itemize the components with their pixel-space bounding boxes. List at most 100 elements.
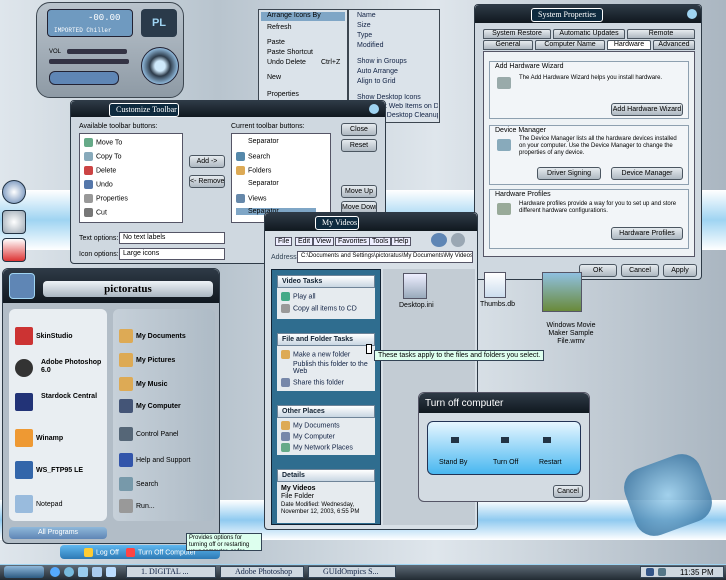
details-header[interactable]: Details — [277, 469, 375, 482]
player-seek-slider[interactable] — [49, 59, 129, 64]
menu-view[interactable]: View — [313, 237, 335, 246]
quicklaunch-media-icon[interactable] — [64, 567, 74, 577]
submenu-show-in-groups[interactable]: Show in Groups — [357, 58, 407, 65]
icon-options-select[interactable]: Large icons — [119, 248, 225, 260]
tab-hardware[interactable]: Hardware — [607, 40, 651, 50]
device-manager-button[interactable]: Device Manager — [611, 167, 683, 180]
available-move-to[interactable]: Move To — [84, 138, 122, 147]
cancel-button[interactable]: Cancel — [621, 264, 659, 277]
menu-new[interactable]: New — [267, 74, 281, 81]
my-network-places-link[interactable]: My Network Places — [281, 443, 353, 452]
available-cut[interactable]: Cut — [84, 208, 107, 217]
hardware-profiles-button[interactable]: Hardware Profiles — [611, 227, 683, 240]
desktop-checklist-icon[interactable] — [2, 238, 26, 262]
player-controls[interactable] — [49, 71, 119, 85]
customize-toolbar-close-icon[interactable] — [369, 104, 379, 114]
standby-label[interactable]: Stand By — [439, 459, 467, 466]
my-documents-link[interactable]: My Documents — [281, 421, 340, 430]
menu-favorites[interactable]: Favorites — [335, 237, 370, 246]
place-run[interactable]: Run... — [119, 499, 155, 513]
available-undo[interactable]: Undo — [84, 180, 113, 189]
submenu-align-to-grid[interactable]: Align to Grid — [357, 78, 396, 85]
quicklaunch-folder-icon[interactable] — [106, 567, 116, 577]
current-separator-2[interactable]: Separator — [236, 180, 279, 187]
restart-icon[interactable] — [543, 437, 551, 443]
make-new-folder-link[interactable]: Make a new folder — [281, 350, 350, 359]
program-notepad[interactable]: Notepad — [15, 495, 62, 513]
current-buttons-list[interactable]: Separator Search Folders Separator Views… — [231, 133, 331, 223]
close-button[interactable]: Close — [341, 123, 377, 136]
apply-button[interactable]: Apply — [663, 264, 697, 277]
menu-paste-shortcut[interactable]: Paste Shortcut — [267, 49, 313, 56]
place-my-documents[interactable]: My Documents — [119, 329, 186, 343]
move-up-button[interactable]: Move Up — [341, 185, 377, 198]
program-photoshop[interactable]: Adobe Photoshop 6.0 — [15, 359, 105, 377]
menu-properties[interactable]: Properties — [267, 91, 299, 98]
driver-signing-button[interactable]: Driver Signing — [537, 167, 601, 180]
file-folder-tasks-header[interactable]: File and Folder Tasks — [277, 333, 375, 346]
desktop-clock-icon[interactable] — [2, 180, 26, 204]
taskbar-task-3[interactable]: GUIdOmpics S... — [308, 566, 396, 578]
place-my-music[interactable]: My Music — [119, 377, 168, 391]
tab-system-restore[interactable]: System Restore — [483, 29, 551, 39]
place-control-panel[interactable]: Control Panel — [119, 427, 178, 441]
program-wsftp[interactable]: WS_FTP95 LE — [15, 461, 83, 479]
other-places-header[interactable]: Other Places — [277, 405, 375, 418]
taskbar-task-2[interactable]: Adobe Photoshop — [220, 566, 304, 578]
menu-refresh[interactable]: Refresh — [267, 24, 292, 31]
copy-to-cd-link[interactable]: Copy all items to CD — [281, 304, 357, 313]
quicklaunch-email-icon[interactable] — [78, 567, 88, 577]
standby-icon[interactable] — [451, 437, 459, 443]
turn-off-label[interactable]: Turn Off — [493, 459, 518, 466]
thumbs-db-icon[interactable] — [484, 272, 506, 298]
menu-paste[interactable]: Paste — [267, 39, 285, 46]
turn-off-cancel-button[interactable]: Cancel — [553, 485, 583, 498]
available-copy-to[interactable]: Copy To — [84, 152, 122, 161]
forward-icon[interactable] — [451, 233, 465, 247]
system-properties-close-icon[interactable] — [687, 9, 697, 19]
tray-network-icon[interactable] — [646, 568, 654, 576]
play-all-link[interactable]: Play all — [281, 292, 316, 301]
place-my-computer[interactable]: My Computer — [119, 399, 181, 413]
place-help-support[interactable]: Help and Support — [119, 453, 190, 467]
thumbs-db-label[interactable]: Thumbs.db — [480, 301, 515, 308]
menu-edit[interactable]: Edit — [295, 237, 314, 246]
submenu-type[interactable]: Type — [357, 32, 372, 39]
share-folder-link[interactable]: Share this folder — [281, 378, 344, 387]
video-tasks-header[interactable]: Video Tasks — [277, 275, 375, 288]
menu-help[interactable]: Help — [391, 237, 412, 246]
taskbar-task-1[interactable]: 1. DIGITAL ... — [126, 566, 216, 578]
remove-button[interactable]: <- Remove — [189, 175, 225, 188]
menu-tools[interactable]: Tools — [369, 237, 392, 246]
available-delete[interactable]: Delete — [84, 166, 116, 175]
publish-folder-link[interactable]: Publish this folder to the Web — [281, 361, 375, 375]
current-folders[interactable]: Folders — [236, 166, 271, 175]
submenu-auto-arrange[interactable]: Auto Arrange — [357, 68, 398, 75]
ok-button[interactable]: OK — [579, 264, 617, 277]
menu-undo-delete[interactable]: Undo Delete — [267, 59, 306, 66]
reset-button[interactable]: Reset — [341, 139, 377, 152]
movie-sample-label[interactable]: Windows Movie Maker Sample File.wmv — [536, 322, 606, 346]
quicklaunch-desktop-icon[interactable] — [92, 567, 102, 577]
available-properties[interactable]: Properties — [84, 194, 128, 203]
program-winamp[interactable]: Winamp — [15, 429, 63, 447]
tab-remote[interactable]: Remote — [627, 29, 695, 39]
menu-arrange-icons-by[interactable]: Arrange Icons By — [261, 12, 345, 21]
restart-label[interactable]: Restart — [539, 459, 562, 466]
desktop-search-icon[interactable] — [2, 210, 26, 234]
tab-advanced[interactable]: Advanced — [653, 40, 695, 50]
tab-general[interactable]: General — [483, 40, 533, 50]
address-bar[interactable]: C:\Documents and Settings\pictoratus\My … — [297, 251, 473, 263]
tray-volume-icon[interactable] — [658, 568, 666, 576]
log-off-button[interactable]: Log Off — [84, 548, 119, 557]
place-search[interactable]: Search — [119, 477, 158, 491]
back-icon[interactable] — [431, 233, 447, 247]
add-hardware-wizard-button[interactable]: Add Hardware Wizard — [611, 103, 683, 116]
quicklaunch-browser-icon[interactable] — [50, 567, 60, 577]
tab-computer-name[interactable]: Computer Name — [535, 40, 605, 50]
turn-off-icon[interactable] — [501, 437, 509, 443]
current-search[interactable]: Search — [236, 152, 270, 161]
start-button[interactable] — [4, 566, 44, 578]
current-separator-1[interactable]: Separator — [236, 138, 279, 145]
player-volume-slider[interactable] — [67, 49, 127, 54]
